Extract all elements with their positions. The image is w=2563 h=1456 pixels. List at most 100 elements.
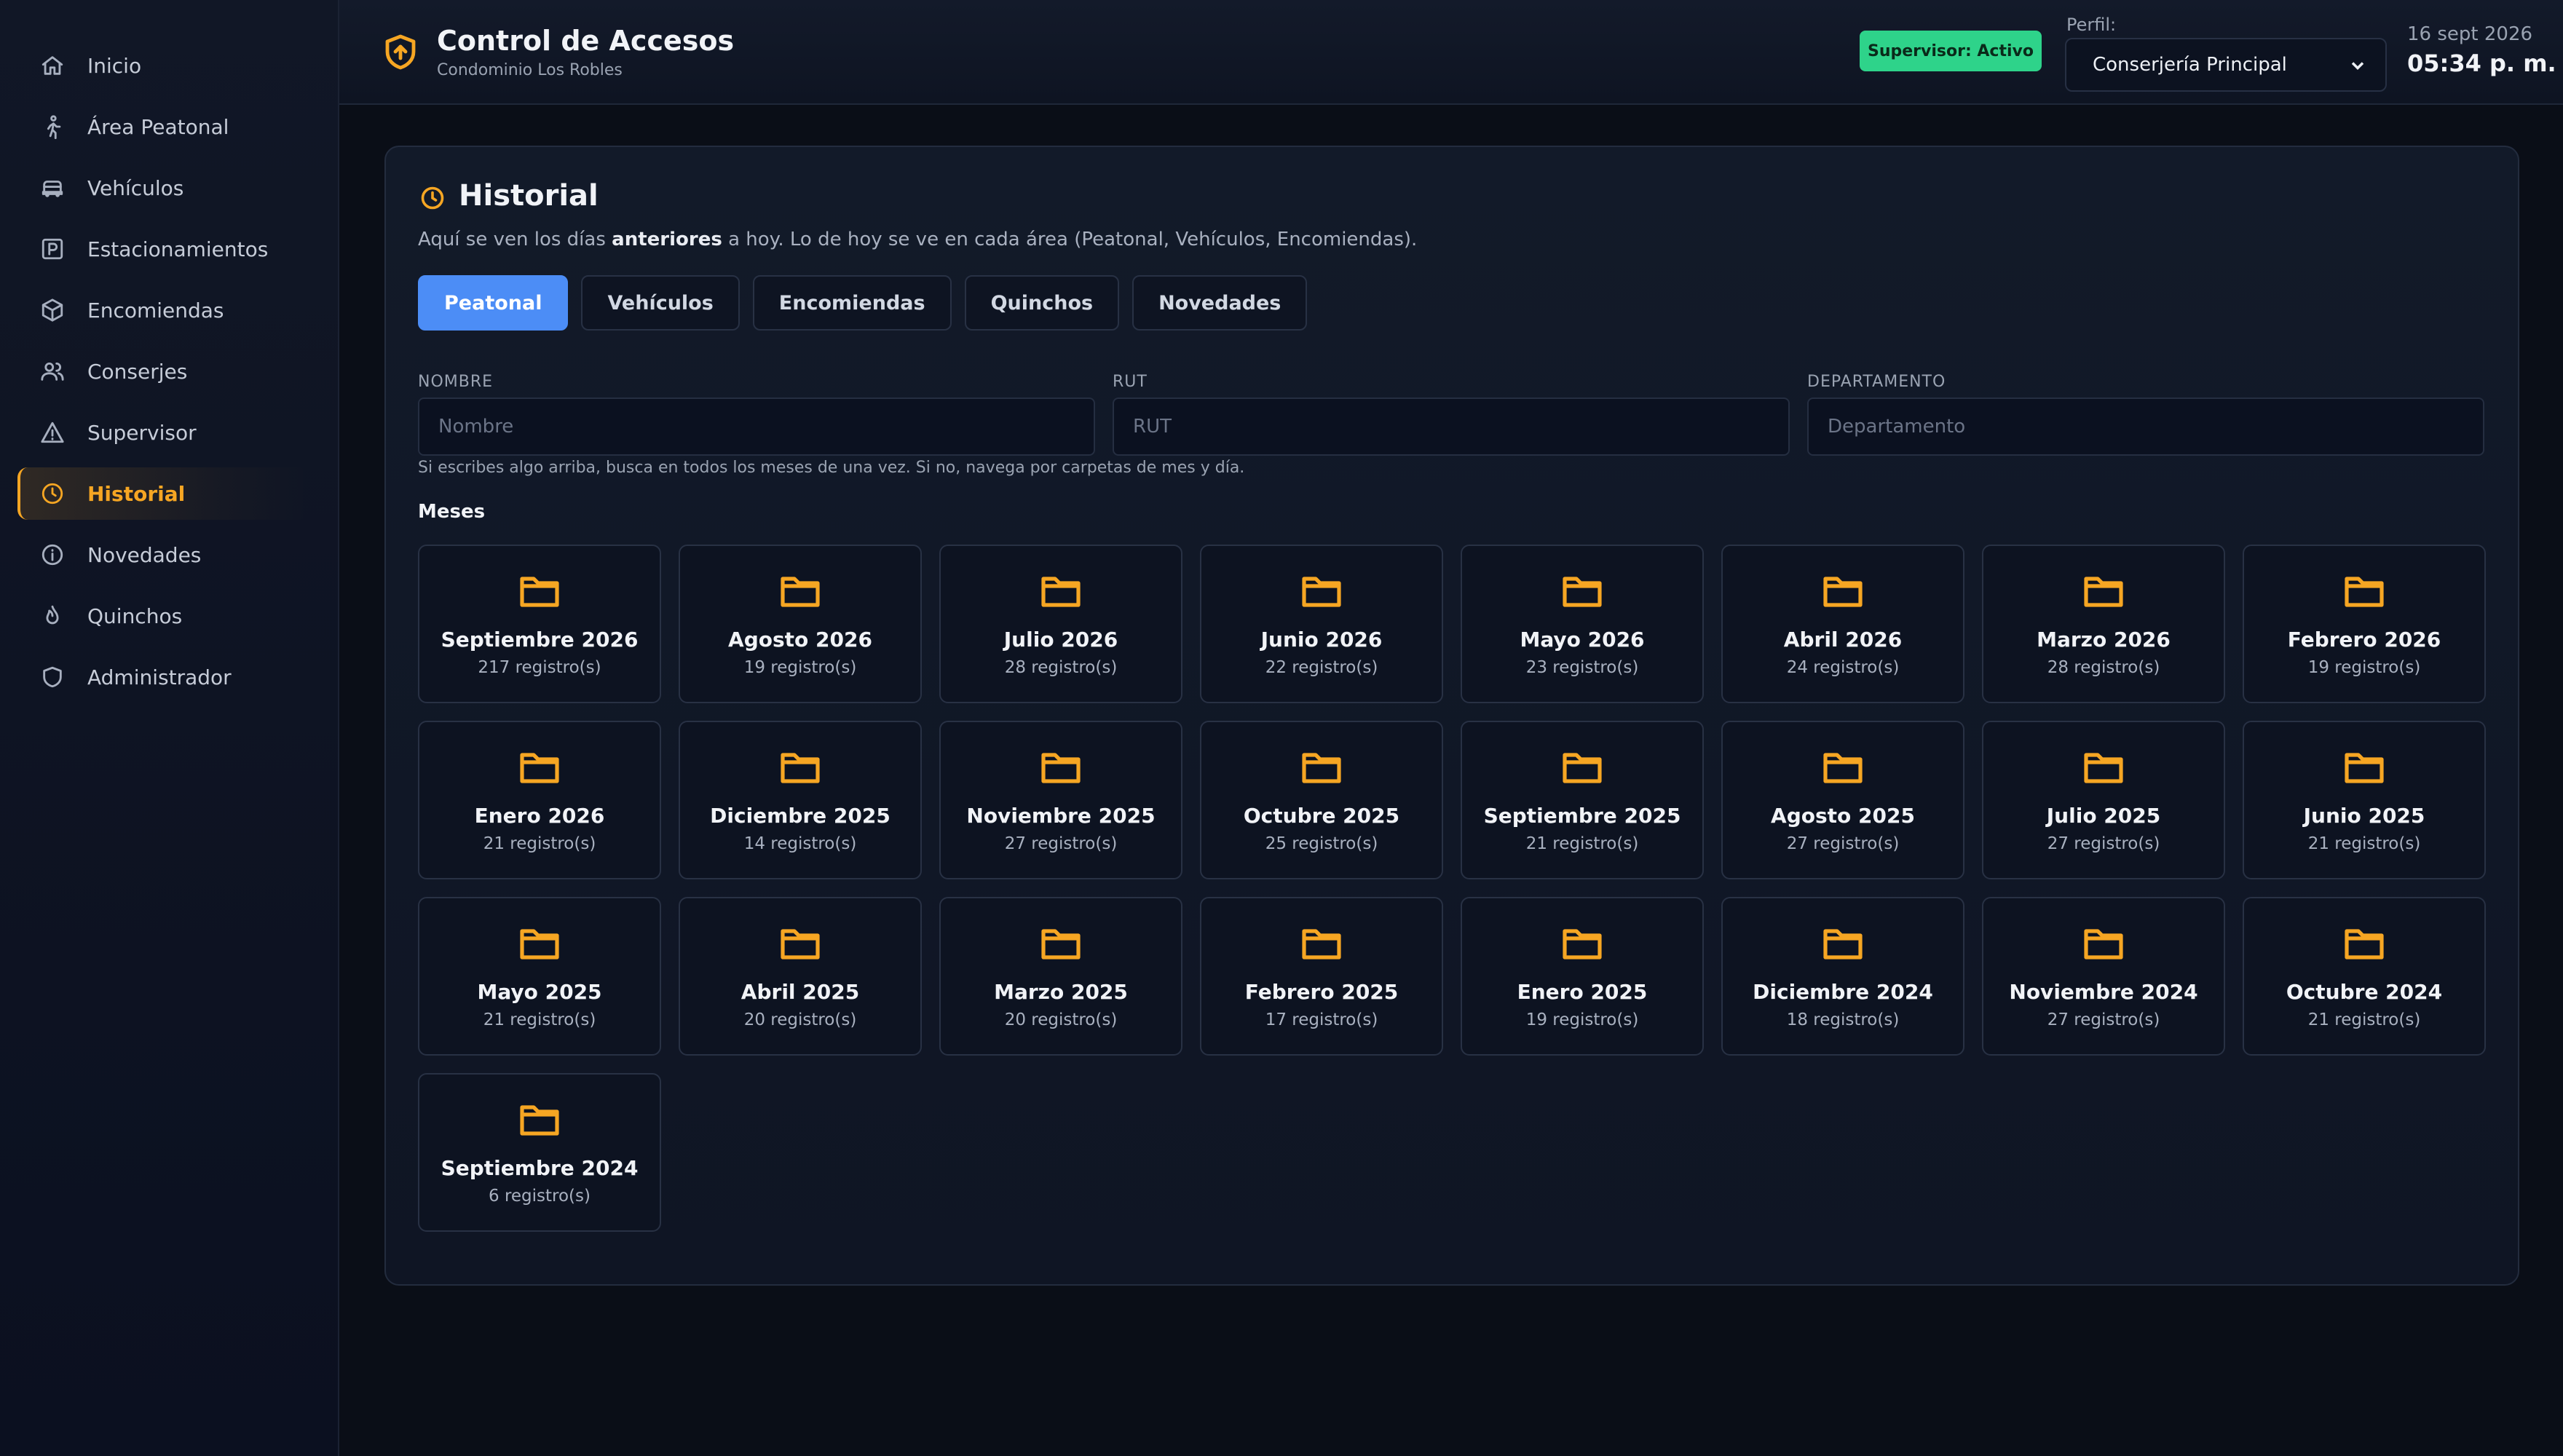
sidebar-item-supervisor[interactable]: Supervisor — [17, 406, 309, 459]
area-tabs: Peatonal Vehículos Encomiendas Quinchos … — [418, 275, 1308, 331]
month-folder[interactable]: Julio 2026 28 registro(s) — [939, 545, 1182, 703]
folder-icon — [1301, 748, 1342, 785]
month-folder[interactable]: Octubre 2024 21 registro(s) — [2243, 897, 2486, 1056]
sidebar-item-conserjes[interactable]: Conserjes — [17, 345, 309, 397]
month-folder-name: Diciembre 2025 — [710, 804, 890, 828]
folder-icon — [2344, 925, 2385, 961]
month-folder[interactable]: Enero 2026 21 registro(s) — [418, 721, 661, 879]
home-icon — [38, 51, 67, 80]
folder-icon — [519, 925, 560, 961]
top-header: Control de Accesos Condominio Los Robles… — [339, 0, 2563, 105]
month-folder[interactable]: Marzo 2026 28 registro(s) — [1982, 545, 2225, 703]
current-date: 16 sept 2026 — [2407, 23, 2533, 45]
sidebar-item-quinchos[interactable]: Quinchos — [17, 590, 309, 642]
month-folder-name: Marzo 2026 — [2037, 628, 2171, 652]
month-folder-name: Marzo 2025 — [994, 980, 1128, 1004]
sidebar-item-novedades[interactable]: Novedades — [17, 529, 309, 581]
folder-icon — [2344, 572, 2385, 609]
month-folder[interactable]: Septiembre 2024 6 registro(s) — [418, 1073, 661, 1232]
month-folder[interactable]: Octubre 2025 25 registro(s) — [1200, 721, 1443, 879]
nombre-input[interactable] — [418, 397, 1095, 456]
tab-peatonal[interactable]: Peatonal — [418, 275, 569, 331]
month-folder[interactable]: Noviembre 2025 27 registro(s) — [939, 721, 1182, 879]
month-folder-count: 19 registro(s) — [2307, 658, 2421, 677]
month-folder-count: 21 registro(s) — [2307, 834, 2421, 853]
month-folder-count: 21 registro(s) — [2307, 1010, 2421, 1029]
month-folder-count: 20 registro(s) — [1004, 1010, 1118, 1029]
folder-icon — [2344, 748, 2385, 785]
month-folder[interactable]: Septiembre 2025 21 registro(s) — [1461, 721, 1704, 879]
departamento-input[interactable] — [1807, 397, 2484, 456]
month-folder-count: 21 registro(s) — [483, 1010, 596, 1029]
sidebar-item-encomiendas[interactable]: Encomiendas — [17, 284, 309, 336]
month-folder-count: 22 registro(s) — [1265, 658, 1378, 677]
folder-icon — [519, 748, 560, 785]
page-title: Historial — [459, 179, 599, 213]
month-folder[interactable]: Septiembre 2026 217 registro(s) — [418, 545, 661, 703]
tab-encomiendas[interactable]: Encomiendas — [752, 275, 952, 331]
month-folder[interactable]: Junio 2025 21 registro(s) — [2243, 721, 2486, 879]
sidebar-item-administrador[interactable]: Administrador — [17, 651, 309, 703]
folder-icon — [2083, 925, 2124, 961]
month-folder-count: 21 registro(s) — [1525, 834, 1639, 853]
month-folder[interactable]: Abril 2026 24 registro(s) — [1721, 545, 1964, 703]
folder-icon — [2083, 748, 2124, 785]
month-folder-name: Agosto 2025 — [1771, 804, 1915, 828]
month-folder-name: Agosto 2026 — [728, 628, 872, 652]
month-folder-name: Enero 2026 — [474, 804, 605, 828]
month-folder-name: Diciembre 2024 — [1753, 980, 1933, 1004]
month-folder-count: 27 registro(s) — [2047, 834, 2160, 853]
month-folder[interactable]: Agosto 2026 19 registro(s) — [679, 545, 922, 703]
description-text: Aquí se ven los días — [418, 229, 612, 250]
month-folder[interactable]: Marzo 2025 20 registro(s) — [939, 897, 1182, 1056]
month-folder-count: 14 registro(s) — [743, 834, 857, 853]
sidebar-item-historial[interactable]: Historial — [17, 467, 309, 520]
tab-novedades[interactable]: Novedades — [1132, 275, 1308, 331]
month-folder-name: Julio 2026 — [1003, 628, 1118, 652]
sidebar-item-vehiculos[interactable]: Vehículos — [17, 162, 309, 214]
month-folder[interactable]: Diciembre 2025 14 registro(s) — [679, 721, 922, 879]
month-folder[interactable]: Diciembre 2024 18 registro(s) — [1721, 897, 1964, 1056]
month-folder-count: 28 registro(s) — [1004, 658, 1118, 677]
month-folder-name: Junio 2026 — [1260, 628, 1383, 652]
sidebar-item-label: Inicio — [87, 53, 142, 78]
month-folder-name: Enero 2025 — [1517, 980, 1648, 1004]
month-folder[interactable]: Mayo 2026 23 registro(s) — [1461, 545, 1704, 703]
sidebar-item-inicio[interactable]: Inicio — [17, 39, 309, 92]
month-folder[interactable]: Mayo 2025 21 registro(s) — [418, 897, 661, 1056]
folder-icon — [1822, 748, 1863, 785]
month-folder[interactable]: Agosto 2025 27 registro(s) — [1721, 721, 1964, 879]
month-folder[interactable]: Febrero 2025 17 registro(s) — [1200, 897, 1443, 1056]
departamento-label: DEPARTAMENTO — [1807, 373, 1946, 391]
rut-input[interactable] — [1113, 397, 1790, 456]
month-folder-count: 19 registro(s) — [1525, 1010, 1639, 1029]
tab-quinchos[interactable]: Quinchos — [964, 275, 1120, 331]
profile-select[interactable]: Conserjería Principal — [2065, 38, 2387, 92]
month-folder[interactable]: Enero 2025 19 registro(s) — [1461, 897, 1704, 1056]
sidebar-item-estacionamientos[interactable]: Estacionamientos — [17, 223, 309, 275]
month-folder-name: Febrero 2026 — [2287, 628, 2441, 652]
parking-icon — [38, 234, 67, 264]
shield-icon — [38, 662, 67, 692]
sidebar-item-area-peatonal[interactable]: Área Peatonal — [17, 100, 309, 153]
folder-icon — [1822, 572, 1863, 609]
month-folder[interactable]: Febrero 2026 19 registro(s) — [2243, 545, 2486, 703]
folder-icon — [1040, 572, 1081, 609]
app-subtitle: Condominio Los Robles — [437, 61, 623, 79]
month-folder-count: 6 registro(s) — [489, 1187, 591, 1206]
folder-icon — [780, 925, 821, 961]
walking-icon — [38, 112, 67, 141]
supervisor-status-badge: Supervisor: Activo — [1860, 31, 2042, 71]
folder-icon — [1822, 925, 1863, 961]
month-folder[interactable]: Noviembre 2024 27 registro(s) — [1982, 897, 2225, 1056]
month-folder[interactable]: Julio 2025 27 registro(s) — [1982, 721, 2225, 879]
folder-icon — [1301, 925, 1342, 961]
month-folder[interactable]: Junio 2026 22 registro(s) — [1200, 545, 1443, 703]
month-folder[interactable]: Abril 2025 20 registro(s) — [679, 897, 922, 1056]
tab-vehiculos[interactable]: Vehículos — [581, 275, 740, 331]
month-folder-name: Octubre 2024 — [2286, 980, 2443, 1004]
folder-icon — [1562, 572, 1603, 609]
month-folder-name: Mayo 2026 — [1520, 628, 1645, 652]
month-folder-name: Junio 2025 — [2303, 804, 2425, 828]
month-folder-count: 28 registro(s) — [2047, 658, 2160, 677]
